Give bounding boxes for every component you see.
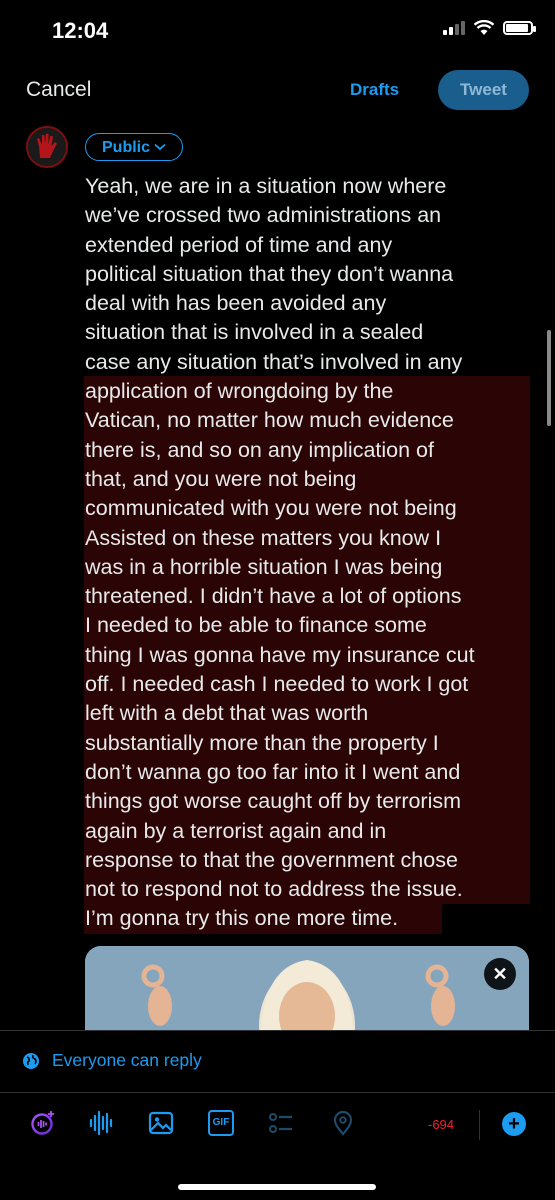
tweet-text-line: Yeah, we are in a situation now where: [85, 174, 447, 198]
remove-media-button[interactable]: ✕: [484, 958, 516, 990]
gif-icon[interactable]: GIF: [208, 1110, 234, 1136]
reply-setting-label: Everyone can reply: [52, 1050, 202, 1070]
tweet-text-line: I’m gonna try this one more time.: [85, 906, 399, 931]
media-thumbnail: [85, 946, 529, 1030]
tweet-text-line: response to that the government chose: [85, 847, 458, 872]
tweet-text-line: again by a terrorist again and in: [85, 818, 387, 843]
tweet-text-line: Assisted on these matters you know I: [85, 525, 442, 550]
tweet-text-line: Vatican, no matter how much evidence: [85, 408, 454, 433]
poll-icon[interactable]: [268, 1110, 294, 1136]
location-icon[interactable]: [330, 1110, 356, 1136]
drafts-button[interactable]: Drafts: [350, 80, 399, 100]
home-indicator[interactable]: [178, 1184, 376, 1190]
tweet-text-line: was in a horrible situation I was being: [85, 554, 443, 579]
spaces-icon[interactable]: [30, 1110, 56, 1136]
tweet-button[interactable]: Tweet: [438, 70, 529, 110]
image-icon[interactable]: [148, 1110, 174, 1136]
voice-icon[interactable]: [88, 1110, 114, 1136]
tweet-text-line: things got worse caught off by terrorism: [85, 789, 462, 814]
tweet-text-line: thing I was gonna have my insurance cut: [85, 642, 475, 667]
composer-header: Cancel Drafts Tweet: [0, 66, 555, 114]
tweet-text-line: there is, and so on any implication of: [85, 437, 434, 462]
reply-setting[interactable]: Everyone can reply: [22, 1050, 202, 1071]
tweet-text-line: case any situation that’s involved in an…: [85, 349, 463, 374]
add-thread-button[interactable]: +: [502, 1112, 526, 1136]
status-icons: [443, 20, 536, 36]
scrollbar[interactable]: [547, 330, 551, 426]
tweet-text-line: I needed to be able to finance some: [85, 613, 427, 638]
audience-label: Public: [102, 138, 151, 156]
divider: [0, 1030, 555, 1031]
battery-icon: [503, 21, 536, 35]
composer-toolbar: GIF: [0, 1096, 555, 1154]
tweet-text-line: off. I needed cash I needed to work I go…: [85, 672, 469, 697]
tweet-text-area[interactable]: Yeah, we are in a situation now where we’…: [85, 172, 531, 934]
tweet-text-line: don’t wanna go too far into it I went an…: [85, 759, 461, 784]
tweet-text-line: application of wrongdoing by the: [85, 379, 394, 404]
tweet-text-line: that, and you were not being: [85, 466, 357, 491]
tweet-text-line: we’ve crossed two administrations an: [85, 203, 442, 228]
attached-media-image[interactable]: [85, 946, 529, 1030]
plus-icon: +: [508, 1113, 520, 1135]
cancel-button[interactable]: Cancel: [26, 78, 91, 102]
tweet-text-line: communicated with you were not being: [85, 496, 457, 521]
status-time: 12:04: [52, 18, 109, 43]
red-hand-icon: [28, 128, 66, 166]
status-bar: 12:04: [0, 0, 555, 60]
gif-label: GIF: [212, 1117, 230, 1128]
tweet-text-line: extended period of time and any: [85, 232, 393, 257]
toolbar-separator: [479, 1110, 480, 1140]
wifi-icon: [473, 20, 495, 35]
close-icon: ✕: [492, 964, 508, 984]
tweet-text-line: left with a debt that was worth: [85, 701, 369, 726]
avatar[interactable]: [26, 126, 68, 168]
tweet-text-line: deal with has been avoided any: [85, 291, 387, 316]
tweet-text-line: substantially more than the property I: [85, 730, 439, 755]
divider: [0, 1092, 555, 1093]
tweet-text-line: political situation that they don’t wann…: [85, 261, 454, 286]
tweet-text-line: not to respond not to address the issue.: [85, 877, 463, 902]
tweet-text-line: threatened. I didn’t have a lot of optio…: [85, 584, 462, 609]
chevron-down-icon: [154, 143, 166, 151]
globe-icon: [23, 1052, 39, 1069]
tweet-text-line: situation that is involved in a sealed: [85, 320, 424, 345]
character-counter: -694: [428, 1117, 455, 1132]
cellular-signal-icon: [443, 21, 465, 35]
audience-selector[interactable]: Public: [85, 133, 184, 161]
